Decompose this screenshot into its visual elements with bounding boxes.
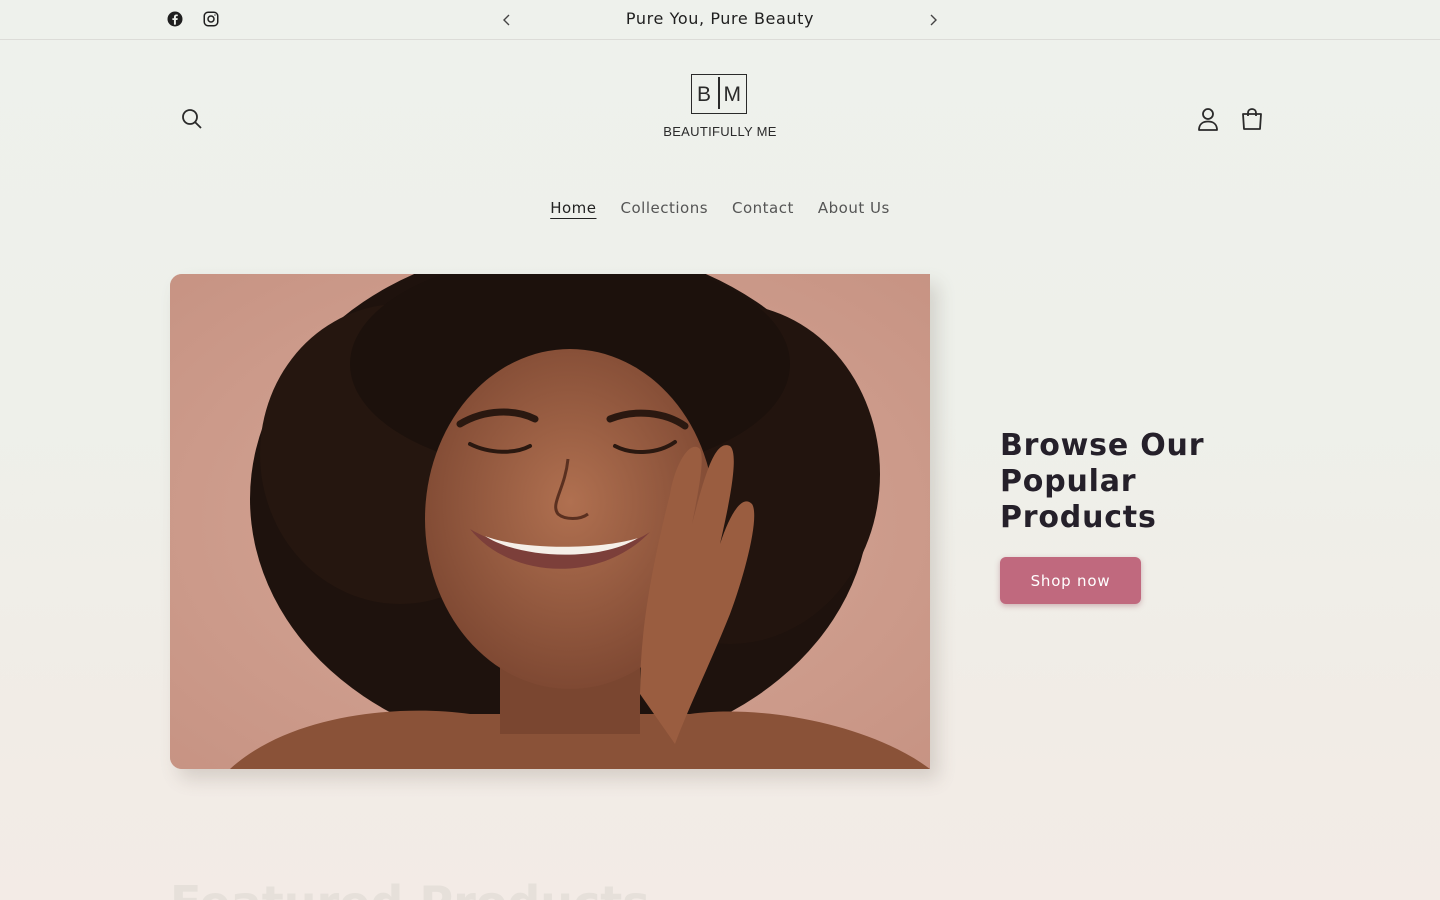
account-button[interactable] [1196,106,1220,132]
announcement-next-button[interactable] [923,10,943,30]
hero-title: Browse Our Popular Products [1000,428,1205,535]
logo-monogram: B M [691,74,747,114]
nav-item-collections[interactable]: Collections [621,199,709,217]
logo-monogram-m: M [723,83,742,106]
nav-item-contact[interactable]: Contact [732,199,794,217]
announcement-text: Pure You, Pure Beauty [625,9,815,28]
logo-divider [718,77,720,109]
hero-image [170,274,930,769]
logo-wordmark: BEAUTIFULLY ME [663,124,777,139]
chevron-right-icon [928,11,938,30]
brand-logo[interactable]: B M BEAUTIFULLY ME [650,68,790,148]
account-icon [1196,108,1220,136]
nav-item-about-us[interactable]: About Us [818,199,890,217]
announcement-bar: Pure You, Pure Beauty [0,0,1440,40]
instagram-icon[interactable] [202,10,220,28]
logo-monogram-b: B [697,83,712,106]
nav-item-home[interactable]: Home [550,199,596,217]
announcement-prev-button[interactable] [497,10,517,30]
chevron-left-icon [502,11,512,30]
main-nav: Home Collections Contact About Us [0,199,1440,217]
search-button[interactable] [178,105,206,133]
cart-icon [1238,108,1266,137]
social-links [166,10,220,28]
cart-button[interactable] [1238,105,1266,133]
search-icon [178,109,206,137]
shop-now-button[interactable]: Shop now [1000,557,1141,604]
facebook-icon[interactable] [166,10,184,28]
featured-products-heading: Featured Products [170,876,650,900]
